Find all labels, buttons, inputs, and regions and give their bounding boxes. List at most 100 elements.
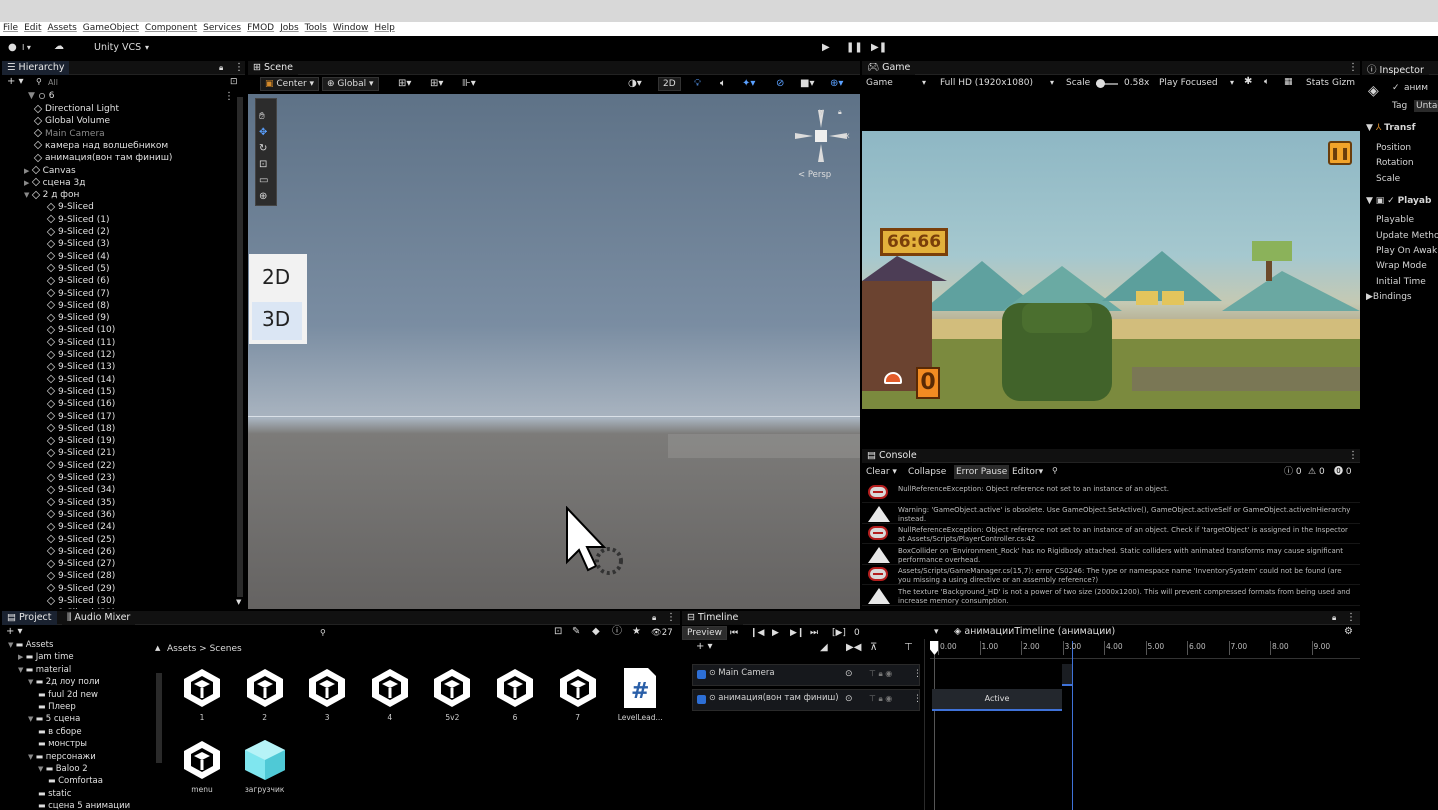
timeline-track[interactable]: ⊙ анимация(вон там финиш) ⊙ ⊤ 🔒︎ ◉ ⋮ <box>692 689 922 711</box>
hierarchy-item[interactable]: 9-Sliced (27) <box>46 559 115 571</box>
track-target-icon[interactable]: ⊙ <box>845 694 853 704</box>
project-folder[interactable]: ▬ Comfortaa <box>48 776 103 788</box>
tab-game[interactable]: 🎮︎ Game <box>862 61 916 75</box>
gizmos-button[interactable]: Gizm <box>1332 77 1355 89</box>
lock-icon[interactable]: 🔒︎ <box>1332 612 1336 624</box>
cloud-icon[interactable]: ☁ <box>54 41 64 53</box>
project-folder[interactable]: ▼ ▬ Baloo 2 <box>38 764 88 776</box>
account-dropdown-icon[interactable]: I ▾ <box>22 42 31 54</box>
track-lock-icon[interactable]: ⊤ 🔒︎ ◉ <box>869 694 892 704</box>
track-enabled-checkbox[interactable] <box>697 695 706 704</box>
breadcrumb-scenes[interactable]: Scenes <box>210 644 242 654</box>
active-checkbox[interactable]: ✓ <box>1392 83 1400 93</box>
panel-menu-icon[interactable]: ⋮ <box>666 612 676 624</box>
expand-arrow-icon[interactable]: ▼ <box>8 641 16 649</box>
hierarchy-item[interactable]: 9-Sliced <box>46 202 94 214</box>
goto-start-icon[interactable]: ⏮ <box>730 627 738 639</box>
search-input[interactable]: All <box>48 77 58 89</box>
space-dropdown[interactable]: ⊕ Global ▾ <box>322 77 379 91</box>
panel-menu-icon[interactable]: ⋮ <box>1346 612 1356 624</box>
project-folder[interactable]: ▼ ▬ персонажи <box>28 752 96 764</box>
hierarchy-item[interactable]: 9-Sliced (28) <box>46 571 115 583</box>
menu-item-fmod[interactable]: FMOD <box>244 22 277 33</box>
console-log-entry[interactable]: NullReferenceException: Object reference… <box>862 483 1360 503</box>
project-folder[interactable]: ▼ ▬ 2д лоу поли <box>28 677 100 689</box>
error-pause-button[interactable]: Error Pause <box>954 465 1010 479</box>
effects-icon[interactable]: ✦▾ <box>742 78 755 90</box>
hierarchy-item[interactable]: 9-Sliced (23) <box>46 473 115 485</box>
hierarchy-item[interactable]: 9-Sliced (25) <box>46 535 115 547</box>
increment-snap-icon[interactable]: ⊪▾ <box>462 78 476 90</box>
favorite-icon[interactable]: ★ <box>632 626 641 638</box>
hierarchy-item[interactable]: Directional Light <box>33 104 119 116</box>
hierarchy-item[interactable]: 9-Sliced (14) <box>46 375 115 387</box>
scene-viewport[interactable] <box>248 94 860 609</box>
filter-type-icon[interactable]: ⊡ <box>554 626 562 638</box>
tab-timeline[interactable]: ⊟ Timeline <box>682 611 744 625</box>
step-button[interactable]: ▶❚ <box>871 42 887 54</box>
chevron-down-icon[interactable]: ▾ <box>145 42 149 54</box>
tag-icon[interactable]: ◆ <box>592 626 600 638</box>
menu-item-component[interactable]: Component <box>142 22 200 33</box>
timeline-asset-dropdown[interactable]: ▾ <box>934 626 939 638</box>
hierarchy-item[interactable]: 9-Sliced (19) <box>46 436 115 448</box>
pause-game-button[interactable]: ❚❚ <box>1328 141 1352 165</box>
hierarchy-item[interactable]: 9-Sliced (21) <box>46 448 115 460</box>
hierarchy-item[interactable]: 9-Sliced (15) <box>46 387 115 399</box>
mute-audio-icon[interactable]: 🔈︎ <box>1264 76 1269 88</box>
tag-dropdown[interactable]: Untag <box>1414 100 1438 112</box>
pivot-dropdown[interactable]: ▣ Center ▾ <box>260 77 320 91</box>
account-icon[interactable]: ● <box>8 42 17 54</box>
expand-arrow-icon[interactable]: ▼ <box>28 753 36 761</box>
pause-button[interactable]: ❚❚ <box>846 42 863 54</box>
menu-item-file[interactable]: File <box>0 22 21 33</box>
menu-item-window[interactable]: Window <box>330 22 372 33</box>
hierarchy-item[interactable]: ▶ сцена 3д <box>24 178 85 190</box>
project-folder[interactable]: ▼ ▬ 5 сцена <box>28 714 80 726</box>
collapse-button[interactable]: Collapse <box>908 466 946 478</box>
hierarchy-item[interactable]: 9-Sliced (9) <box>46 313 110 325</box>
expand-arrow-icon[interactable]: ▼ <box>38 765 46 773</box>
gizmos-icon[interactable]: ⊕▾ <box>830 78 843 90</box>
track-clip-end[interactable] <box>1062 664 1072 686</box>
track-enabled-checkbox[interactable] <box>697 670 706 679</box>
hierarchy-item[interactable]: Main Camera <box>33 129 105 141</box>
console-log-entry[interactable]: Warning: 'GameObject.active' is obsolete… <box>862 504 1360 524</box>
hierarchy-item[interactable]: 9-Sliced (17) <box>46 412 115 424</box>
warning-count[interactable]: ⚠ 0 <box>1308 466 1325 478</box>
project-folder[interactable]: ▬ static <box>38 789 71 801</box>
menu-item-edit[interactable]: Edit <box>21 22 44 33</box>
error-count[interactable]: ⓿ 0 <box>1334 466 1352 478</box>
menu-item-help[interactable]: Help <box>371 22 398 33</box>
tab-console[interactable]: ▤ Console <box>862 449 922 463</box>
expand-arrow-icon[interactable]: ▼ <box>18 666 26 674</box>
tab-audio-mixer[interactable]: ⫼ Audio Mixer <box>62 611 136 625</box>
hierarchy-item[interactable]: 9-Sliced (4) <box>46 252 110 264</box>
scene-asset[interactable]: 1 <box>172 666 232 722</box>
persp-label[interactable]: < Persp <box>798 169 831 181</box>
preview-button[interactable]: Preview <box>682 626 728 640</box>
rotate-tool-icon[interactable]: ↻ <box>259 143 267 155</box>
info-icon[interactable]: ⓘ <box>612 626 622 638</box>
scene-asset[interactable]: 6 <box>485 666 545 722</box>
scene-asset[interactable]: 7 <box>548 666 608 722</box>
camera-icon[interactable]: ■▾ <box>800 78 814 90</box>
expand-arrow-icon[interactable]: ▼ <box>28 715 36 723</box>
resolution-dropdown[interactable]: Full HD (1920x1080) <box>940 77 1033 89</box>
shading-mode-icon[interactable]: ◑▾ <box>628 78 642 90</box>
rect-tool-icon[interactable]: ▭ <box>259 175 268 187</box>
audio-icon[interactable]: 🔈︎ <box>720 78 726 90</box>
orientation-gizmo[interactable]: yx <box>791 106 851 166</box>
menu-item-tools[interactable]: Tools <box>302 22 330 33</box>
expand-arrow-icon[interactable]: ▶ <box>18 653 26 661</box>
breadcrumb-assets[interactable]: Assets <box>167 644 196 654</box>
project-folder[interactable]: ▬ fuul 2d new <box>38 690 98 702</box>
hierarchy-item[interactable]: 9-Sliced (18) <box>46 424 115 436</box>
move-tool-icon[interactable]: ✥ <box>259 127 267 139</box>
hierarchy-options-icon[interactable]: ⊡ <box>230 76 238 88</box>
display-dropdown[interactable]: Game <box>866 77 893 89</box>
project-folder[interactable]: ▼ ▬ Assets <box>8 640 53 652</box>
hierarchy-item[interactable]: 9-Sliced (7) <box>46 289 110 301</box>
hierarchy-item[interactable]: 9-Sliced (16) <box>46 399 115 411</box>
panel-menu-icon[interactable]: ⋮ <box>234 62 244 74</box>
